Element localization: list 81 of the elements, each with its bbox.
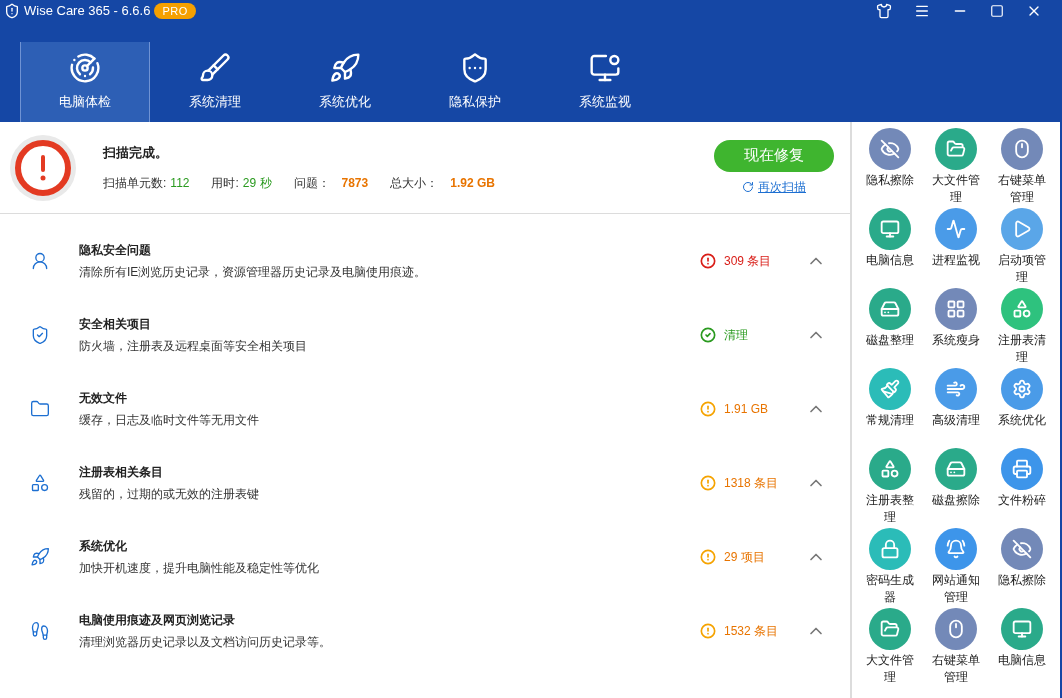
tool-launcher[interactable]: 进程监视 xyxy=(923,208,989,288)
tool-launcher[interactable]: 文件粉碎 xyxy=(989,448,1055,528)
stat-value: 7873 xyxy=(341,175,369,193)
issue-title: 电脑使用痕迹及网页浏览记录 xyxy=(79,612,236,629)
issue-title: 无效文件 xyxy=(79,390,128,407)
tool-launcher[interactable]: 隐私擦除 xyxy=(857,128,923,208)
issue-title: 注册表相关条目 xyxy=(79,464,164,481)
radar-icon xyxy=(69,52,101,85)
rocket-icon xyxy=(329,52,361,85)
tool-launcher[interactable]: 高级清理 xyxy=(923,368,989,448)
issue-result: 309 条目 xyxy=(724,253,772,270)
issue-result: 1318 条目 xyxy=(724,475,779,492)
tool-launcher[interactable]: 启动项管理 xyxy=(989,208,1055,288)
tool-launcher[interactable]: 注册表清理 xyxy=(989,288,1055,368)
tool-launcher[interactable]: 密码生成器 xyxy=(857,528,923,608)
tool-launcher[interactable]: 系统优化 xyxy=(989,368,1055,448)
stat-value: 112 xyxy=(170,175,190,193)
mouse-icon xyxy=(1012,139,1032,159)
tool-launcher[interactable]: 大文件管理 xyxy=(857,608,923,688)
issue-title: 隐私安全问题 xyxy=(79,242,152,259)
issue-description: 加快开机速度，提升电脑性能及稳定性等优化 xyxy=(79,560,319,577)
stat-label: 用时: xyxy=(211,175,239,193)
issue-description: 清除所有IE浏览历史记录，资源管理器历史记录及电脑使用痕迹。 xyxy=(79,264,427,281)
nav-tab[interactable]: 隐私保护 xyxy=(410,42,540,122)
scan-status-title: 扫描完成。 xyxy=(103,143,169,162)
windows-icon xyxy=(946,299,966,319)
issue-result: 清理 xyxy=(724,327,748,344)
issue-result: 1532 条目 xyxy=(724,623,779,640)
shield-check-icon xyxy=(30,325,50,345)
app-logo-icon xyxy=(4,3,20,19)
issue-title: 安全相关项目 xyxy=(79,316,152,333)
tool-launcher[interactable]: 大文件管理 xyxy=(923,128,989,208)
monitor-icon xyxy=(1012,619,1032,639)
nav-tab[interactable]: 系统清理 xyxy=(150,42,280,122)
issue-result: 29 项目 xyxy=(724,549,765,566)
tool-launcher[interactable]: 系统瘦身 xyxy=(923,288,989,368)
issue-title: 系统优化 xyxy=(79,538,128,555)
play-icon xyxy=(1012,219,1032,239)
folder-icon xyxy=(30,399,50,419)
tool-launcher[interactable]: 网站通知管理 xyxy=(923,528,989,608)
eye-slash-icon xyxy=(1012,539,1032,559)
rescan-link[interactable]: 再次扫描 xyxy=(742,177,806,196)
folder-icon xyxy=(946,139,966,159)
stat-label: 问题： xyxy=(293,175,330,193)
mouse-icon xyxy=(946,619,966,639)
folder-icon xyxy=(880,619,900,639)
issue-description: 缓存，日志及临时文件等无用文件 xyxy=(79,412,259,429)
nav-tab[interactable]: 系统优化 xyxy=(280,42,410,122)
stat-value: 29 秒 xyxy=(242,175,272,193)
rocket-icon xyxy=(30,547,50,567)
tool-launcher[interactable]: 磁盘擦除 xyxy=(923,448,989,528)
tool-launcher[interactable]: 注册表整理 xyxy=(857,448,923,528)
stat-label: 扫描单元数: xyxy=(103,175,167,193)
tool-launcher[interactable]: 磁盘整理 xyxy=(857,288,923,368)
bell-icon xyxy=(946,539,966,559)
stat-label: 总大小： xyxy=(390,175,439,193)
lock-icon xyxy=(880,539,900,559)
pro-badge: PRO xyxy=(154,2,196,20)
tool-launcher[interactable]: 右键菜单管理 xyxy=(923,608,989,688)
issue-description: 防火墙，注册表及远程桌面等安全相关项目 xyxy=(79,338,307,355)
tool-launcher[interactable]: 隐私擦除 xyxy=(989,528,1055,608)
pulse-icon xyxy=(946,219,966,239)
tool-launcher[interactable]: 电脑信息 xyxy=(857,208,923,288)
footprint-icon xyxy=(30,621,50,641)
monitor-icon xyxy=(880,219,900,239)
window-title: Wise Care 365 - 6.6.6 xyxy=(24,2,151,21)
issue-description: 清理浏览器历史记录以及文档访问历史记录等。 xyxy=(79,634,331,651)
eye-slash-icon xyxy=(880,139,900,159)
gear-icon xyxy=(1012,379,1032,399)
tool-launcher[interactable]: 常规清理 xyxy=(857,368,923,448)
maximize-icon[interactable] xyxy=(990,4,1004,18)
tool-launcher[interactable]: 右键菜单管理 xyxy=(989,128,1055,208)
refresh-icon xyxy=(742,180,754,193)
menu-icon[interactable] xyxy=(914,3,930,19)
nav-tab[interactable]: 电脑体检 xyxy=(20,42,150,122)
nav-tab[interactable]: 系统监视 xyxy=(540,42,670,122)
stat-value: 1.92 GB xyxy=(450,175,495,193)
issue-description: 残留的，过期的或无效的注册表键 xyxy=(79,486,259,503)
skin-icon[interactable] xyxy=(876,3,892,19)
tool-launcher[interactable]: 电脑信息 xyxy=(989,608,1055,688)
issue-result: 1.91 GB xyxy=(724,401,769,418)
